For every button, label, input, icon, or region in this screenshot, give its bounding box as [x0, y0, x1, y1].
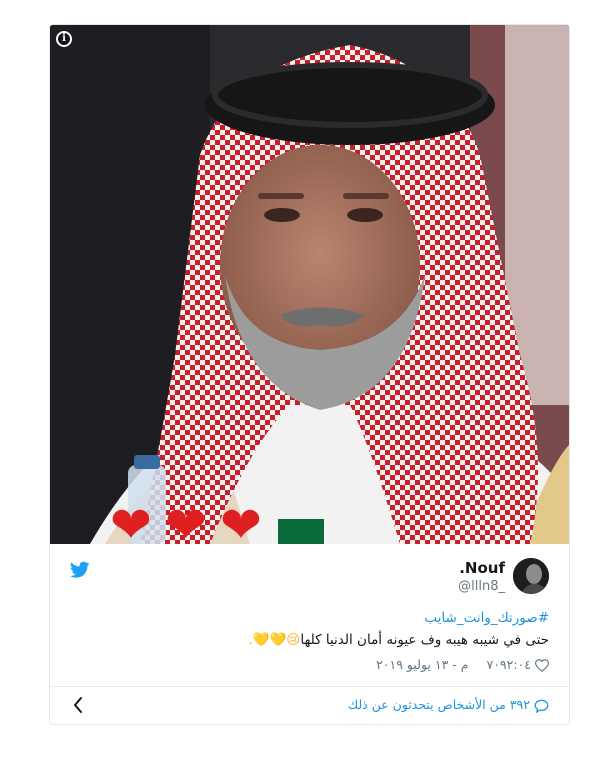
chevron-left-icon[interactable] [72, 696, 84, 714]
like-count[interactable]: ٧٠٩ [486, 657, 506, 672]
heart-emoji: ❤ [110, 496, 152, 544]
tweet-body: #صورتك_وانت_شايب حتى في شيبه هيبه وف عيو… [69, 607, 549, 651]
info-icon[interactable]: i [56, 31, 72, 47]
tweet-footer: ٣٩٢ من الأشخاص يتحدثون عن ذلك [50, 687, 569, 724]
tweet-header: Nouf. @llln8_ [50, 555, 569, 603]
tweet-meta: ٧٠٩٢:٠٤ م - ١٣ يوليو ٢٠١٩ [69, 657, 549, 672]
author-name[interactable]: Nouf. [459, 559, 505, 577]
speech-bubble-icon [534, 699, 549, 713]
embedded-tweet-card: ❤ ❤ ❤ i Nouf. @llln8_ #صورتك_وانت_شايب ح… [49, 24, 570, 725]
heart-emoji: ❤ [220, 496, 262, 544]
hashtag-link[interactable]: #صورتك_وانت_شايب [424, 610, 549, 626]
conversation-text: ٣٩٢ من الأشخاص يتحدثون عن ذلك [347, 697, 530, 712]
author-handle[interactable]: @llln8_ [458, 579, 505, 594]
portrait-image: ❤ ❤ ❤ [50, 25, 569, 544]
avatar-image [513, 558, 549, 594]
timestamp[interactable]: ٢:٠٤ م - ١٣ يوليو ٢٠١٩ [376, 657, 531, 672]
conversation-link[interactable]: ٣٩٢ من الأشخاص يتحدثون عن ذلك [348, 697, 549, 713]
heart-emoji: ❤ [165, 496, 207, 544]
tweet-text: حتى في شيبه هيبه وف عيونه أمان الدنيا كل… [300, 632, 549, 648]
emoji-sequence: 😢💛💛. [248, 632, 301, 648]
heart-outline-icon[interactable] [535, 659, 549, 672]
tweet-photo[interactable]: ❤ ❤ ❤ i [50, 25, 569, 544]
avatar[interactable] [513, 558, 549, 594]
twitter-bird-icon[interactable] [70, 561, 90, 579]
